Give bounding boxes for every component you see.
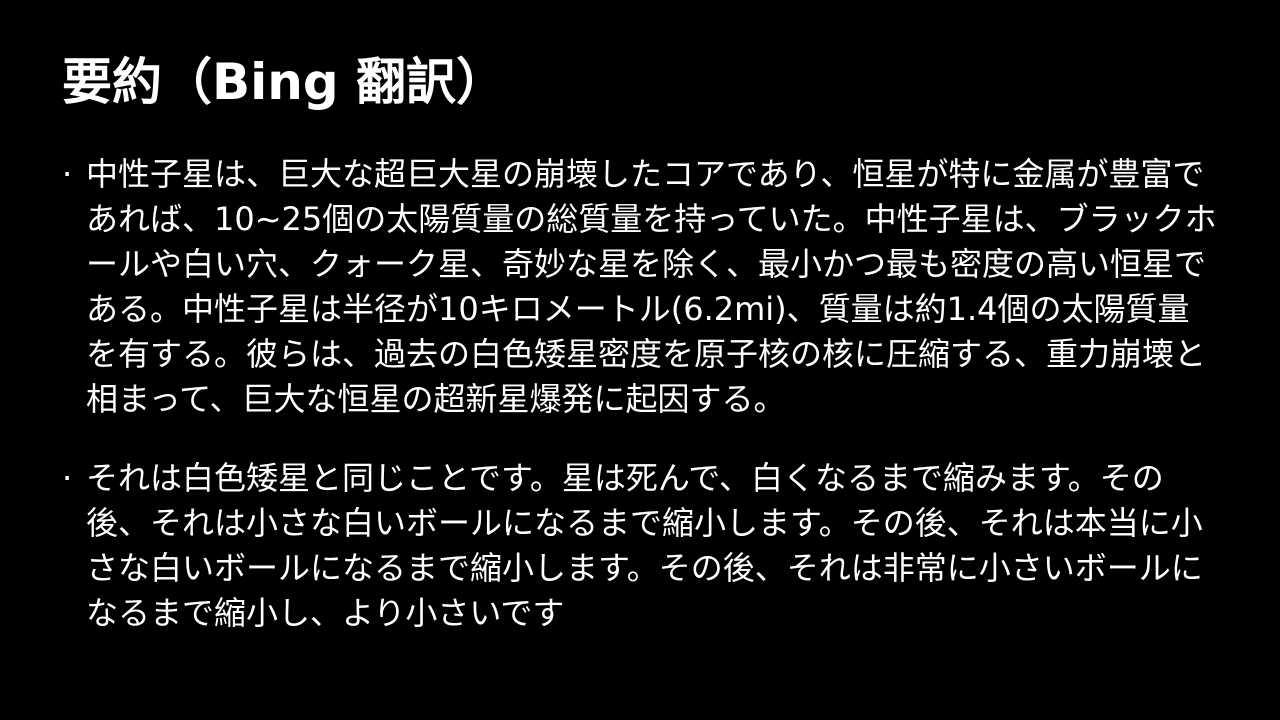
bullet-marker: ·: [62, 459, 73, 497]
bullet-text-white-dwarf: それは白色矮星と同じことです。星は死んで、白くなるまで縮みます。その後、それは小…: [86, 459, 1203, 632]
bullet-marker: ·: [62, 155, 73, 193]
bullet-item-2: · それは白色矮星と同じことです。星は死んで、白くなるまで縮みます。その後、それ…: [60, 456, 1220, 636]
bullet-text-neutron-star: 中性子星は、巨大な超巨大星の崩壊したコアであり、恒星が特に金属が豊富であれば、1…: [86, 155, 1217, 418]
bullet-list: · 中性子星は、巨大な超巨大星の崩壊したコアであり、恒星が特に金属が豊富であれば…: [60, 152, 1220, 636]
slide-title: 要約（Bing 翻訳）: [62, 53, 507, 111]
bullet-item-1: · 中性子星は、巨大な超巨大星の崩壊したコアであり、恒星が特に金属が豊富であれば…: [60, 152, 1220, 422]
slide: 要約（Bing 翻訳） · 中性子星は、巨大な超巨大星の崩壊したコアであり、恒星…: [0, 0, 1280, 720]
